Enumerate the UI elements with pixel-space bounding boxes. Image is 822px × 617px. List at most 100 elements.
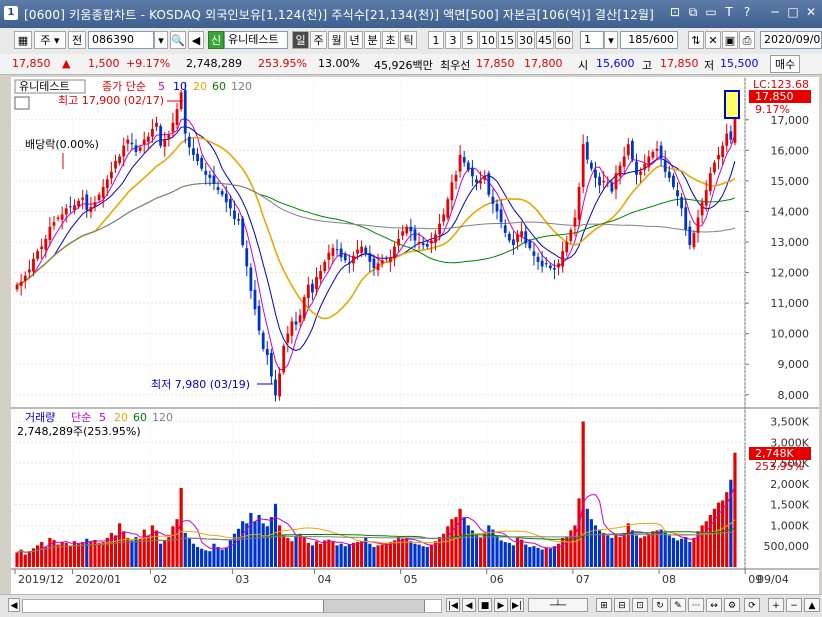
volume-bar [109, 532, 114, 567]
code-dropdown-icon[interactable]: ▾ [154, 31, 168, 49]
window-tile-icon[interactable]: ⧉ [686, 5, 700, 19]
zoom-minus-icon[interactable]: − [786, 598, 802, 612]
minute-button-1[interactable]: 1 [428, 31, 444, 49]
candle-body [159, 126, 163, 146]
reset-icon[interactable]: ↻ [652, 598, 668, 612]
candle-body [713, 162, 716, 173]
candle-body [585, 142, 589, 160]
zoom-slider[interactable]: ─┴─ [528, 598, 588, 612]
volume-bar [524, 544, 528, 567]
candle-body [282, 345, 286, 373]
volume-bar [499, 540, 503, 567]
data-count-field[interactable]: 185/600 [620, 31, 678, 49]
layout-icon[interactable]: ▦ [14, 31, 32, 49]
candle-body [507, 233, 511, 241]
candle-body [647, 156, 651, 168]
crosshair-icon[interactable]: ✕ [705, 31, 721, 49]
stock-name-field: 유니테스트 [224, 31, 288, 49]
drawing-icon[interactable]: ✎ [670, 598, 686, 612]
minute-button-45[interactable]: 45 [536, 31, 554, 49]
unit-dropdown-icon[interactable]: ▾ [604, 31, 618, 49]
low-annotation: 최저 7,980 (03/19) [151, 378, 250, 391]
horizontal-scrollbar[interactable] [22, 599, 442, 613]
candle-body [216, 187, 220, 191]
panel-settings-icon[interactable] [14, 96, 30, 110]
zoom-icon[interactable]: ⊞ [596, 598, 612, 612]
zoom-out-icon[interactable]: ⊟ [614, 598, 630, 612]
save-icon[interactable]: ▣ [722, 31, 738, 49]
candle-body [417, 242, 421, 244]
maximize-icon[interactable]: □ [786, 5, 800, 19]
ruler-icon[interactable]: ↔ [706, 598, 722, 612]
scroll-left-icon[interactable]: ◀ [8, 598, 20, 612]
date-tick-label: 07 [576, 573, 590, 586]
period-select[interactable]: 주 ▾ [34, 31, 66, 49]
minute-button-30[interactable]: 30 [517, 31, 535, 49]
scroll-last-icon[interactable]: ▶| [510, 598, 524, 612]
scroll-first-icon[interactable]: |◀ [446, 598, 460, 612]
stop-icon[interactable]: ■ [478, 598, 492, 612]
volume-bar [392, 540, 397, 567]
volume-bar [44, 547, 48, 567]
prev-button[interactable]: 전 [68, 31, 86, 49]
candle-body [573, 217, 577, 227]
volume-bar [663, 532, 667, 567]
scroll-thumb[interactable] [323, 600, 425, 612]
period-button-3[interactable]: 년 [346, 31, 363, 49]
volume-bar [216, 547, 220, 567]
period-button-5[interactable]: 초 [382, 31, 399, 49]
chart-area[interactable]: 17,000 16,000 15,000 14,000 13,000 12,000 11,0… [11, 77, 819, 594]
refresh-icon[interactable]: ⟳ [744, 598, 760, 612]
volume-bar [27, 551, 31, 567]
minute-button-3[interactable]: 3 [445, 31, 461, 49]
candle-body [101, 187, 105, 198]
close-icon[interactable]: ✕ [804, 5, 818, 19]
expand-icon[interactable]: ▲ [804, 598, 820, 612]
volume-bar [113, 535, 118, 567]
minute-button-15[interactable]: 15 [498, 31, 516, 49]
volume-bar [634, 535, 639, 567]
buy-button[interactable]: 매수 [770, 55, 801, 73]
volume-bar [429, 544, 433, 567]
settings-icon[interactable]: ⚙ [724, 598, 740, 612]
forecast-box [724, 90, 740, 119]
window-restore-icon[interactable]: ⊡ [668, 5, 682, 19]
window-frame-icon[interactable]: ▭ [704, 5, 718, 19]
chart-tool-icon[interactable]: ⇅ [688, 31, 704, 49]
stock-code-input[interactable]: 086390 [88, 31, 154, 49]
scroll-prev-icon[interactable]: ◀ [462, 598, 476, 612]
candle-body [192, 148, 195, 155]
period-button-6[interactable]: 틱 [400, 31, 417, 49]
minute-button-60[interactable]: 60 [555, 31, 573, 49]
zoom-in-icon[interactable]: + [768, 598, 784, 612]
minimize-icon[interactable]: ─ [768, 5, 782, 19]
fit-icon[interactable]: ⊡ [632, 598, 648, 612]
stock-chart-svg[interactable]: 17,00016,00015,00014,00013,00012,00011,0… [11, 77, 819, 594]
minute-button-10[interactable]: 10 [479, 31, 497, 49]
help-icon[interactable]: ? [740, 5, 754, 19]
volume-bar [204, 550, 208, 567]
search-icon[interactable]: 🔍 [170, 31, 186, 49]
volume-bar [118, 523, 122, 567]
volume-tick-label: 2,000K [770, 478, 809, 491]
font-size-icon[interactable]: T [722, 5, 736, 19]
candle-body [553, 267, 556, 270]
volume-bar [257, 515, 261, 567]
date-field[interactable]: 2020/09/0 [760, 31, 822, 49]
unit-input[interactable]: 1 [580, 31, 604, 49]
sound-icon[interactable]: ◀ [188, 31, 204, 49]
volume-bar [302, 537, 306, 567]
indicator-icon[interactable]: ⋯ [688, 598, 704, 612]
scroll-next-icon[interactable]: ▶ [494, 598, 508, 612]
print-icon[interactable]: ⎙ [739, 31, 755, 49]
candle-body [245, 248, 249, 267]
volume-bar [175, 519, 179, 567]
period-button-0[interactable]: 일 [292, 31, 309, 49]
period-button-2[interactable]: 월 [328, 31, 345, 49]
price-tick-label: 12,000 [771, 267, 810, 280]
minute-button-5[interactable]: 5 [462, 31, 478, 49]
period-button-1[interactable]: 주 [310, 31, 327, 49]
candle-body [224, 193, 228, 203]
period-button-4[interactable]: 분 [364, 31, 381, 49]
candle-body [557, 263, 560, 268]
